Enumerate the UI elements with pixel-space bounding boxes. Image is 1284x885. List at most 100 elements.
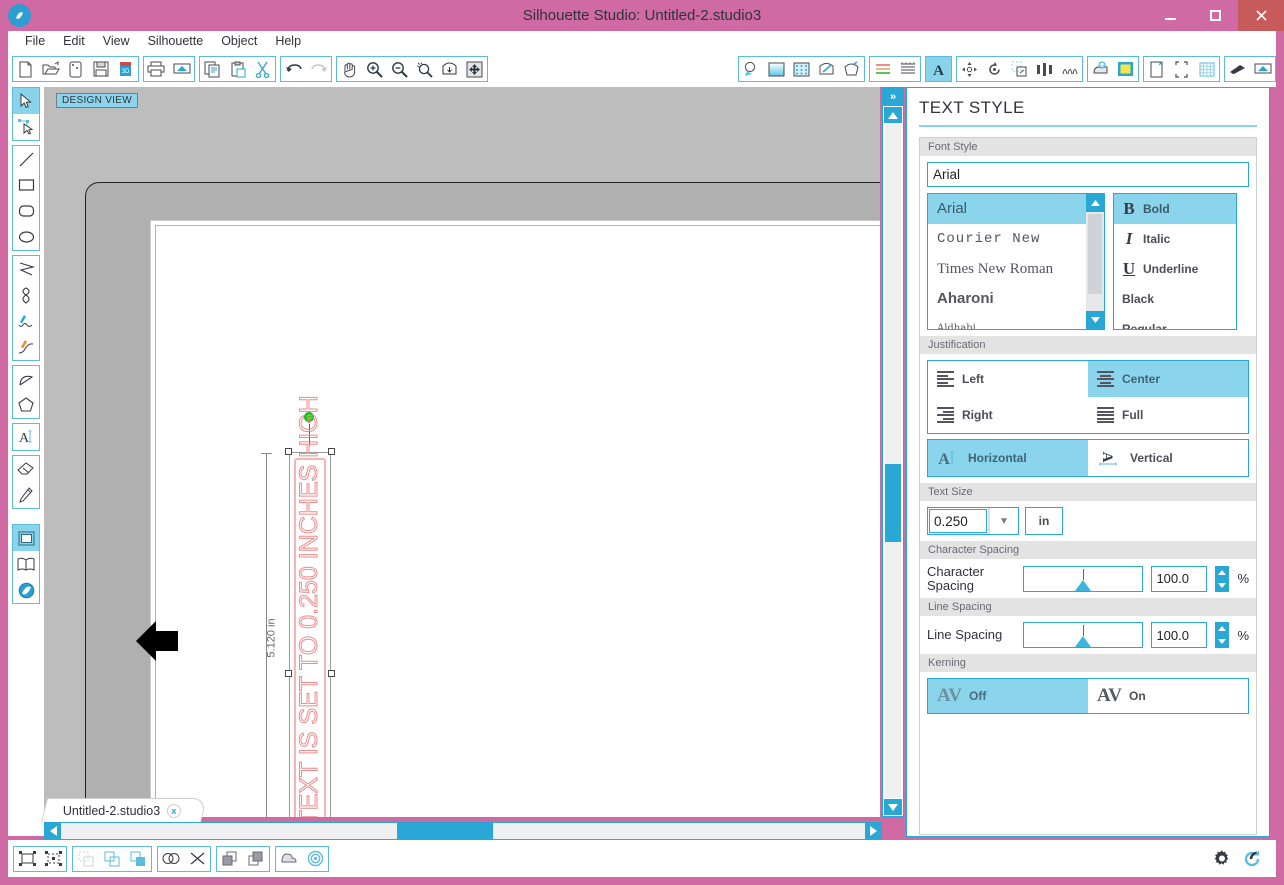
font-list-item-times-new-roman[interactable]: Times New Roman <box>928 254 1104 284</box>
offset-shape-icon[interactable] <box>302 847 328 871</box>
line-spacing-slider[interactable] <box>1023 622 1144 649</box>
font-style-item-bold[interactable]: B Bold <box>1114 194 1236 224</box>
store-icon[interactable] <box>13 577 39 603</box>
refresh-icon[interactable] <box>1242 849 1262 869</box>
menu-help[interactable]: Help <box>266 31 310 51</box>
cut-settings-icon[interactable] <box>1225 57 1250 81</box>
scroll-up-arrow-icon[interactable] <box>1086 194 1104 212</box>
pan-hand-icon[interactable] <box>337 57 362 81</box>
close-button[interactable] <box>1238 0 1284 31</box>
open-library-icon[interactable] <box>63 57 88 81</box>
registration-marks-icon[interactable] <box>1169 57 1194 81</box>
chevron-down-icon[interactable]: ▼ <box>988 508 1018 534</box>
expand-panel-button[interactable]: » <box>883 88 903 106</box>
send-icon[interactable] <box>1250 57 1275 81</box>
stepper-down-icon[interactable] <box>1215 578 1230 592</box>
orientation-vertical-button[interactable]: A Vertical <box>1088 440 1248 476</box>
canvas-horizontal-scrollbar[interactable] <box>44 822 882 840</box>
gear-icon[interactable] <box>1212 849 1232 869</box>
line-style-icon[interactable] <box>839 57 864 81</box>
close-icon[interactable]: x <box>167 804 182 818</box>
group-icon[interactable] <box>14 847 40 871</box>
line-tool-icon[interactable] <box>13 146 39 172</box>
bring-to-front-icon[interactable] <box>217 847 243 871</box>
design-canvas[interactable]: DESIGN VIEW 5.120 in THIS TEXT IS SET TO… <box>44 87 880 817</box>
font-list-item-arial[interactable]: Arial <box>928 194 1104 224</box>
canvas-vertical-scrollbar[interactable]: » <box>882 87 904 817</box>
print-icon[interactable] <box>144 57 169 81</box>
document-tab[interactable]: Untitled-2.studio3 x <box>40 798 208 823</box>
text-style-icon[interactable]: A <box>926 57 951 81</box>
text-size-unit[interactable]: in <box>1025 507 1063 535</box>
library-icon[interactable] <box>13 551 39 577</box>
character-spacing-slider[interactable] <box>1023 565 1144 592</box>
redo-icon[interactable] <box>306 57 331 81</box>
justify-left-button[interactable]: Left <box>928 361 1088 397</box>
handle-top-left[interactable] <box>285 448 292 455</box>
font-list-scrollbar[interactable] <box>1086 194 1104 329</box>
select-arrow-icon[interactable] <box>13 88 39 114</box>
zoom-out-icon[interactable] <box>387 57 412 81</box>
freehand-tool-icon[interactable] <box>13 308 39 334</box>
font-list-item-courier-new[interactable]: Courier New <box>928 224 1104 254</box>
slider-knob[interactable] <box>1075 636 1092 648</box>
zoom-selection-icon[interactable] <box>412 57 437 81</box>
menu-edit[interactable]: Edit <box>54 31 94 51</box>
justify-center-button[interactable]: Center <box>1088 361 1248 397</box>
save-icon[interactable] <box>88 57 113 81</box>
font-style-item-black[interactable]: Black <box>1114 284 1236 314</box>
stepper-up-icon[interactable] <box>1215 622 1230 636</box>
line-spacing-input[interactable] <box>1151 622 1208 649</box>
font-name-input[interactable] <box>927 162 1249 187</box>
text-size-input[interactable] <box>929 509 987 533</box>
kerning-off-button[interactable]: AV Off <box>928 679 1088 714</box>
hscroll-thumb[interactable] <box>397 823 493 839</box>
offset-icon[interactable] <box>1113 57 1138 81</box>
handle-top-right[interactable] <box>328 448 335 455</box>
sketch-pens-icon[interactable] <box>870 57 895 81</box>
fit-to-page-icon[interactable] <box>437 57 462 81</box>
scroll-right-arrow-icon[interactable] <box>865 823 881 839</box>
vscroll-track[interactable] <box>885 124 901 798</box>
eraser-tool-icon[interactable] <box>13 456 39 482</box>
ungroup-icon[interactable] <box>40 847 66 871</box>
line-color-icon[interactable] <box>814 57 839 81</box>
stepper-down-icon[interactable] <box>1215 635 1230 649</box>
orientation-horizontal-button[interactable]: A Horizontal <box>928 440 1088 476</box>
font-style-item-regular[interactable]: Regular <box>1114 314 1236 329</box>
save-3d-icon[interactable]: 3D <box>113 57 138 81</box>
modify-icon[interactable]: M <box>1088 57 1113 81</box>
stepper-up-icon[interactable] <box>1215 565 1230 579</box>
font-style-item-underline[interactable]: U Underline <box>1114 254 1236 284</box>
fill-color-icon[interactable] <box>739 57 764 81</box>
duplicate-icon[interactable] <box>125 847 151 871</box>
regular-polygon-tool-icon[interactable] <box>13 392 39 418</box>
slider-knob[interactable] <box>1075 579 1092 591</box>
crop-icon[interactable] <box>184 847 210 871</box>
font-list-scroll-thumb[interactable] <box>1088 214 1102 294</box>
release-compound-path-icon[interactable] <box>99 847 125 871</box>
cut-scissors-icon[interactable] <box>250 57 275 81</box>
arc-tool-icon[interactable] <box>13 366 39 392</box>
minimize-button[interactable] <box>1148 0 1193 31</box>
character-spacing-input[interactable] <box>1151 565 1208 592</box>
copy-icon[interactable] <box>200 57 225 81</box>
grid-settings-icon[interactable] <box>1194 57 1219 81</box>
scale-icon[interactable] <box>1007 57 1032 81</box>
scroll-left-arrow-icon[interactable] <box>45 823 61 839</box>
rotate-icon[interactable] <box>982 57 1007 81</box>
scroll-down-arrow-icon[interactable] <box>884 799 902 815</box>
edit-points-icon[interactable] <box>13 114 39 140</box>
text-tool-icon[interactable]: A <box>13 424 39 450</box>
scroll-up-arrow-icon[interactable] <box>884 107 902 123</box>
curve-tool-icon[interactable] <box>13 282 39 308</box>
ellipse-tool-icon[interactable] <box>13 224 39 250</box>
merge-icon[interactable] <box>276 847 302 871</box>
zoom-in-icon[interactable] <box>362 57 387 81</box>
justify-right-button[interactable]: Right <box>928 397 1088 433</box>
weld-icon[interactable] <box>158 847 184 871</box>
undo-icon[interactable] <box>281 57 306 81</box>
menu-object[interactable]: Object <box>212 31 266 51</box>
scroll-down-arrow-icon[interactable] <box>1086 311 1104 329</box>
font-style-list[interactable]: B Bold I Italic U Underline Black Regula… <box>1113 193 1237 330</box>
